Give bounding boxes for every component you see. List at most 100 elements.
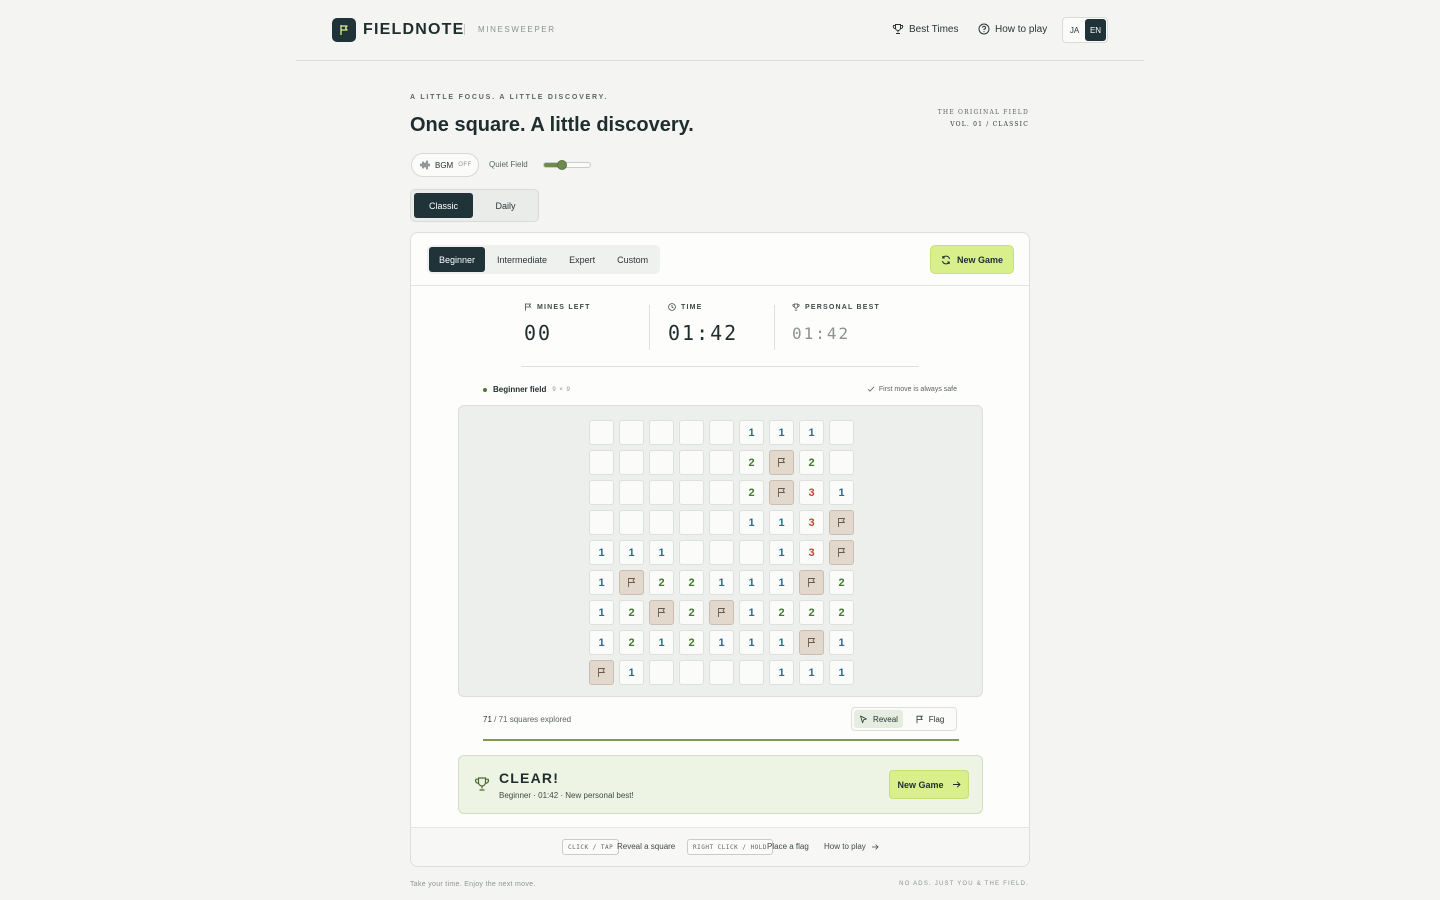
number-cell[interactable]: 1 — [769, 570, 794, 595]
empty-cell[interactable] — [619, 480, 644, 505]
empty-cell[interactable] — [709, 660, 734, 685]
lang-en[interactable]: EN — [1085, 19, 1106, 41]
number-cell[interactable]: 2 — [619, 630, 644, 655]
empty-cell[interactable] — [709, 510, 734, 535]
lang-ja[interactable]: JA — [1064, 19, 1085, 41]
empty-cell[interactable] — [709, 420, 734, 445]
volume-slider[interactable] — [543, 160, 591, 170]
empty-cell[interactable] — [649, 450, 674, 475]
number-cell[interactable]: 2 — [679, 570, 704, 595]
number-cell[interactable]: 1 — [739, 600, 764, 625]
empty-cell[interactable] — [619, 420, 644, 445]
number-cell[interactable]: 1 — [739, 630, 764, 655]
number-cell[interactable]: 2 — [649, 570, 674, 595]
empty-cell[interactable] — [649, 510, 674, 535]
number-cell[interactable]: 2 — [799, 600, 824, 625]
flagged-cell[interactable] — [709, 600, 734, 625]
empty-cell[interactable] — [589, 420, 614, 445]
number-cell[interactable]: 2 — [799, 450, 824, 475]
flagged-cell[interactable] — [799, 630, 824, 655]
number-cell[interactable]: 1 — [829, 630, 854, 655]
tab-daily[interactable]: Daily — [476, 193, 535, 218]
number-cell[interactable]: 1 — [709, 570, 734, 595]
empty-cell[interactable] — [709, 480, 734, 505]
number-cell[interactable]: 3 — [799, 510, 824, 535]
bgm-toggle[interactable]: BGM OFF — [411, 153, 479, 177]
number-cell[interactable]: 1 — [829, 660, 854, 685]
flagged-cell[interactable] — [829, 510, 854, 535]
tab-beginner[interactable]: Beginner — [429, 247, 486, 272]
empty-cell[interactable] — [679, 450, 704, 475]
volume-slider-knob[interactable] — [557, 160, 568, 170]
empty-cell[interactable] — [619, 450, 644, 475]
flagged-cell[interactable] — [829, 540, 854, 565]
number-cell[interactable]: 2 — [739, 450, 764, 475]
number-cell[interactable]: 2 — [769, 600, 794, 625]
number-cell[interactable]: 1 — [649, 630, 674, 655]
number-cell[interactable]: 1 — [769, 510, 794, 535]
empty-cell[interactable] — [649, 420, 674, 445]
empty-cell[interactable] — [739, 540, 764, 565]
number-cell[interactable]: 1 — [649, 540, 674, 565]
empty-cell[interactable] — [589, 510, 614, 535]
flagged-cell[interactable] — [589, 660, 614, 685]
flagged-cell[interactable] — [619, 570, 644, 595]
empty-cell[interactable] — [679, 540, 704, 565]
tab-intermediate[interactable]: Intermediate — [487, 247, 557, 272]
number-cell[interactable]: 3 — [799, 480, 824, 505]
empty-cell[interactable] — [619, 510, 644, 535]
number-cell[interactable]: 1 — [769, 420, 794, 445]
empty-cell[interactable] — [649, 480, 674, 505]
footer-how-to-play-link[interactable]: How to play — [824, 842, 879, 851]
empty-cell[interactable] — [829, 450, 854, 475]
number-cell[interactable]: 2 — [679, 630, 704, 655]
reveal-mode-button[interactable]: Reveal — [854, 710, 903, 728]
empty-cell[interactable] — [679, 480, 704, 505]
number-cell[interactable]: 1 — [709, 630, 734, 655]
number-cell[interactable]: 2 — [739, 480, 764, 505]
number-cell[interactable]: 1 — [829, 480, 854, 505]
number-cell[interactable]: 1 — [739, 570, 764, 595]
best-times-link[interactable]: Best Times — [892, 23, 958, 35]
logo[interactable] — [332, 18, 356, 42]
empty-cell[interactable] — [679, 420, 704, 445]
tab-expert[interactable]: Expert — [559, 247, 605, 272]
number-cell[interactable]: 1 — [619, 660, 644, 685]
number-cell[interactable]: 2 — [679, 600, 704, 625]
empty-cell[interactable] — [589, 480, 614, 505]
clear-new-game-button[interactable]: New Game — [889, 770, 969, 799]
tab-custom[interactable]: Custom — [607, 247, 658, 272]
number-cell[interactable]: 1 — [619, 540, 644, 565]
number-cell[interactable]: 1 — [799, 660, 824, 685]
empty-cell[interactable] — [679, 660, 704, 685]
number-cell[interactable]: 2 — [619, 600, 644, 625]
empty-cell[interactable] — [679, 510, 704, 535]
number-cell[interactable]: 1 — [589, 630, 614, 655]
number-cell[interactable]: 1 — [769, 540, 794, 565]
flagged-cell[interactable] — [769, 480, 794, 505]
new-game-button[interactable]: New Game — [930, 245, 1014, 274]
flag-mode-button[interactable]: Flag — [905, 710, 954, 728]
number-cell[interactable]: 1 — [769, 660, 794, 685]
number-cell[interactable]: 1 — [739, 510, 764, 535]
number-cell[interactable]: 3 — [799, 540, 824, 565]
flagged-cell[interactable] — [769, 450, 794, 475]
empty-cell[interactable] — [709, 540, 734, 565]
number-cell[interactable]: 1 — [589, 600, 614, 625]
empty-cell[interactable] — [829, 420, 854, 445]
flagged-cell[interactable] — [649, 600, 674, 625]
tab-classic[interactable]: Classic — [414, 193, 473, 218]
number-cell[interactable]: 1 — [739, 420, 764, 445]
flagged-cell[interactable] — [799, 570, 824, 595]
empty-cell[interactable] — [739, 660, 764, 685]
number-cell[interactable]: 1 — [589, 570, 614, 595]
empty-cell[interactable] — [649, 660, 674, 685]
number-cell[interactable]: 2 — [829, 570, 854, 595]
number-cell[interactable]: 1 — [799, 420, 824, 445]
number-cell[interactable]: 2 — [829, 600, 854, 625]
number-cell[interactable]: 1 — [769, 630, 794, 655]
empty-cell[interactable] — [709, 450, 734, 475]
number-cell[interactable]: 1 — [589, 540, 614, 565]
how-to-play-link[interactable]: How to play — [978, 23, 1047, 35]
empty-cell[interactable] — [589, 450, 614, 475]
